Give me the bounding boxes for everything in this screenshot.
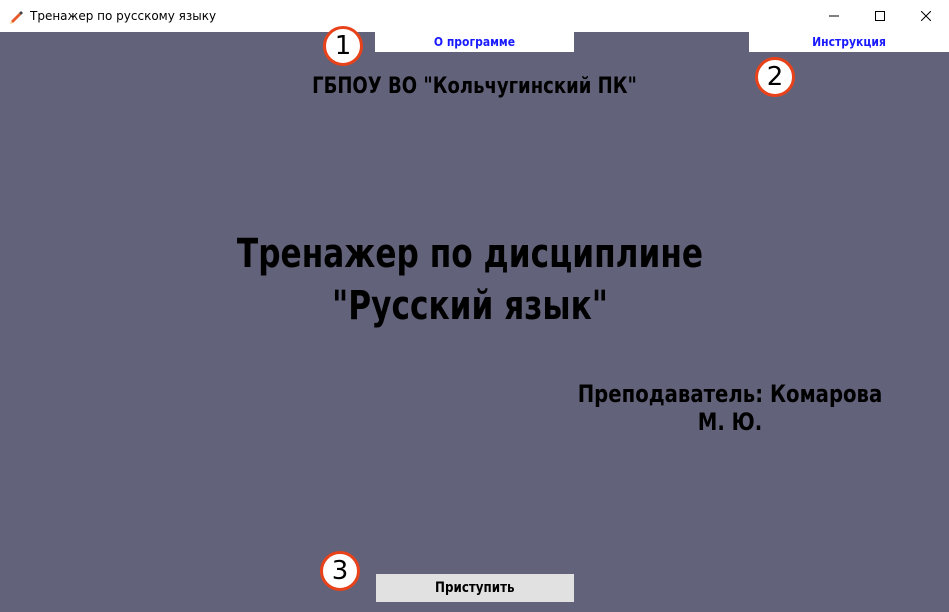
about-program-button[interactable]: О программе bbox=[375, 32, 574, 52]
close-button[interactable] bbox=[903, 0, 949, 32]
pencil-icon bbox=[8, 8, 24, 24]
college-name: ГБПОУ ВО "Кольчугинский ПК" bbox=[312, 74, 637, 99]
teacher-name: Преподаватель: Комарова М. Ю. bbox=[577, 380, 883, 436]
main-title-line-1: Тренажер по дисциплине bbox=[236, 231, 704, 277]
callout-marker-1: 1 bbox=[323, 26, 363, 66]
start-button-label: Приступить bbox=[435, 580, 515, 596]
maximize-icon bbox=[875, 11, 885, 21]
title-bar: Тренажер по русскому языку bbox=[0, 0, 949, 32]
minimize-icon bbox=[829, 15, 839, 17]
window-controls bbox=[811, 0, 949, 32]
start-button[interactable]: Приступить bbox=[376, 574, 574, 602]
close-icon bbox=[921, 11, 931, 21]
minimize-button[interactable] bbox=[811, 0, 857, 32]
maximize-button[interactable] bbox=[857, 0, 903, 32]
main-title-line-2: "Русский язык" bbox=[331, 283, 609, 329]
window-title: Тренажер по русскому языку bbox=[30, 9, 217, 23]
callout-marker-3: 3 bbox=[320, 551, 360, 591]
instructions-button[interactable]: Инструкция bbox=[749, 32, 949, 52]
callout-marker-2: 2 bbox=[755, 57, 795, 97]
app-window: Тренажер по русскому языку О программе И… bbox=[0, 0, 949, 612]
main-title: Тренажер по дисциплине "Русский язык" bbox=[103, 228, 836, 332]
